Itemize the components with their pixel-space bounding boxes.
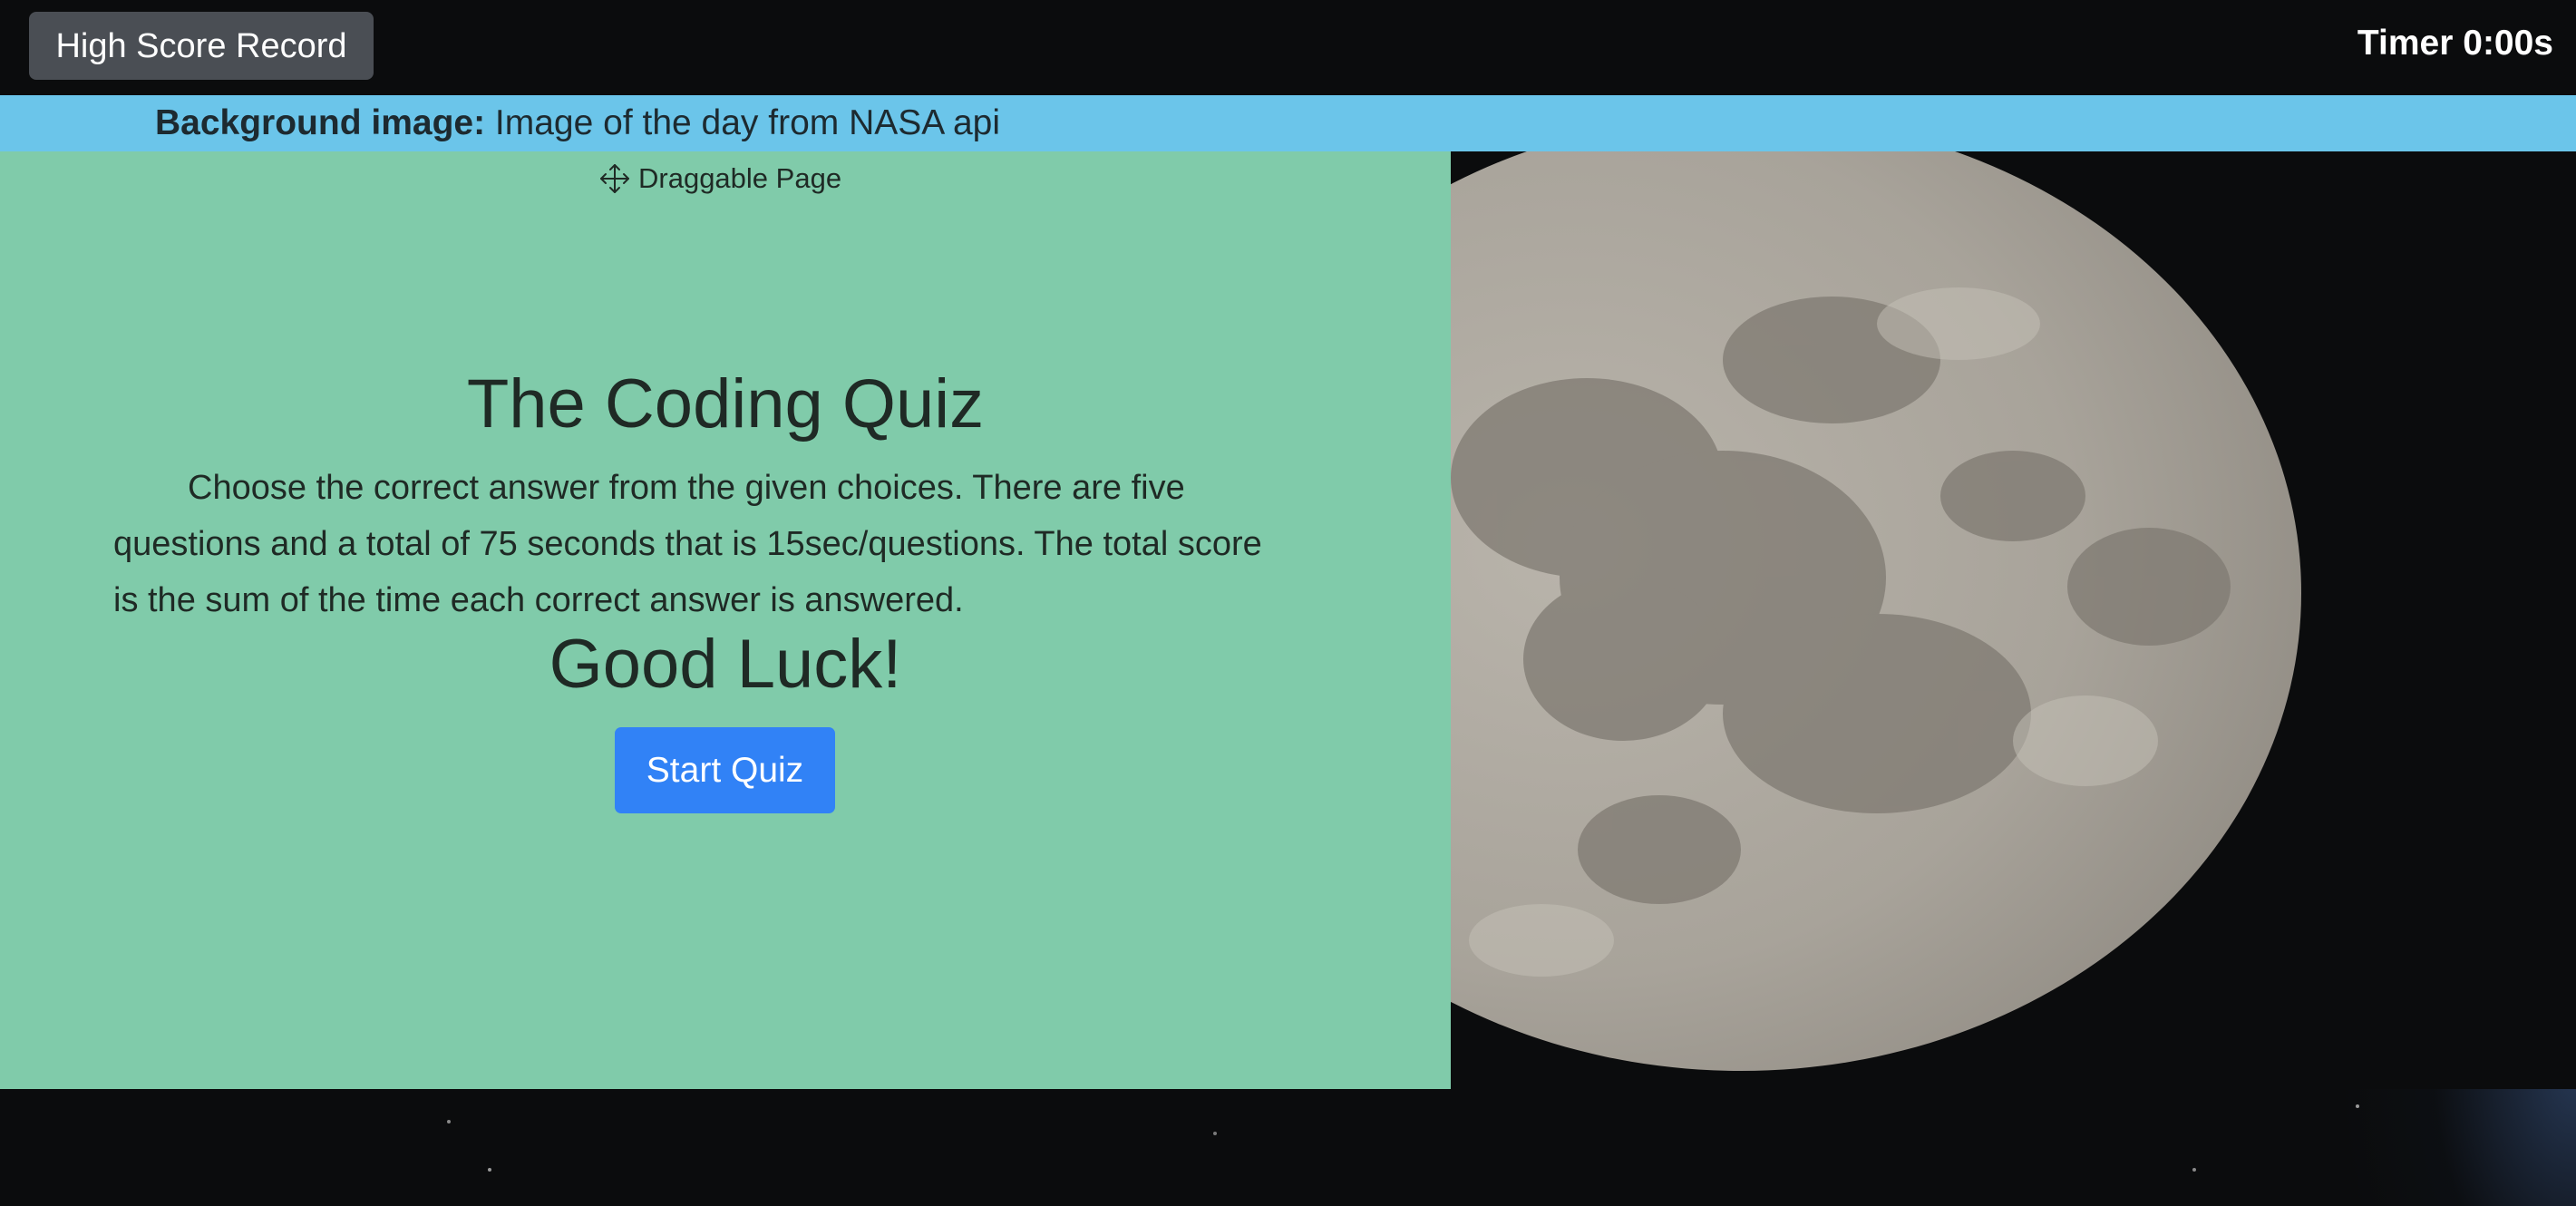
drag-label: Draggable Page [638,162,842,194]
drag-handle[interactable]: Draggable Page [598,159,841,199]
timer-label: Timer [2357,24,2454,63]
quiz-panel[interactable]: Draggable Page The Coding Quiz Choose th… [0,151,1451,1089]
banner-label: Background image: [155,103,486,142]
moon-graphic [1451,151,2576,1089]
start-quiz-button[interactable]: Start Quiz [615,727,835,813]
info-banner: Background image: Image of the day from … [0,95,2576,151]
high-score-button[interactable]: High Score Record [29,12,374,80]
move-arrows-icon [600,164,629,193]
good-luck-heading: Good Luck! [549,626,902,703]
timer-value: 0:00s [2463,24,2553,63]
quiz-instructions: Choose the correct answer from the given… [113,469,1262,619]
timer: Timer 0:00s [2357,24,2553,63]
background-moon-image [1451,151,2576,1089]
banner-text: Image of the day from NASA api [485,103,1001,142]
quiz-title: The Coding Quiz [466,365,985,443]
